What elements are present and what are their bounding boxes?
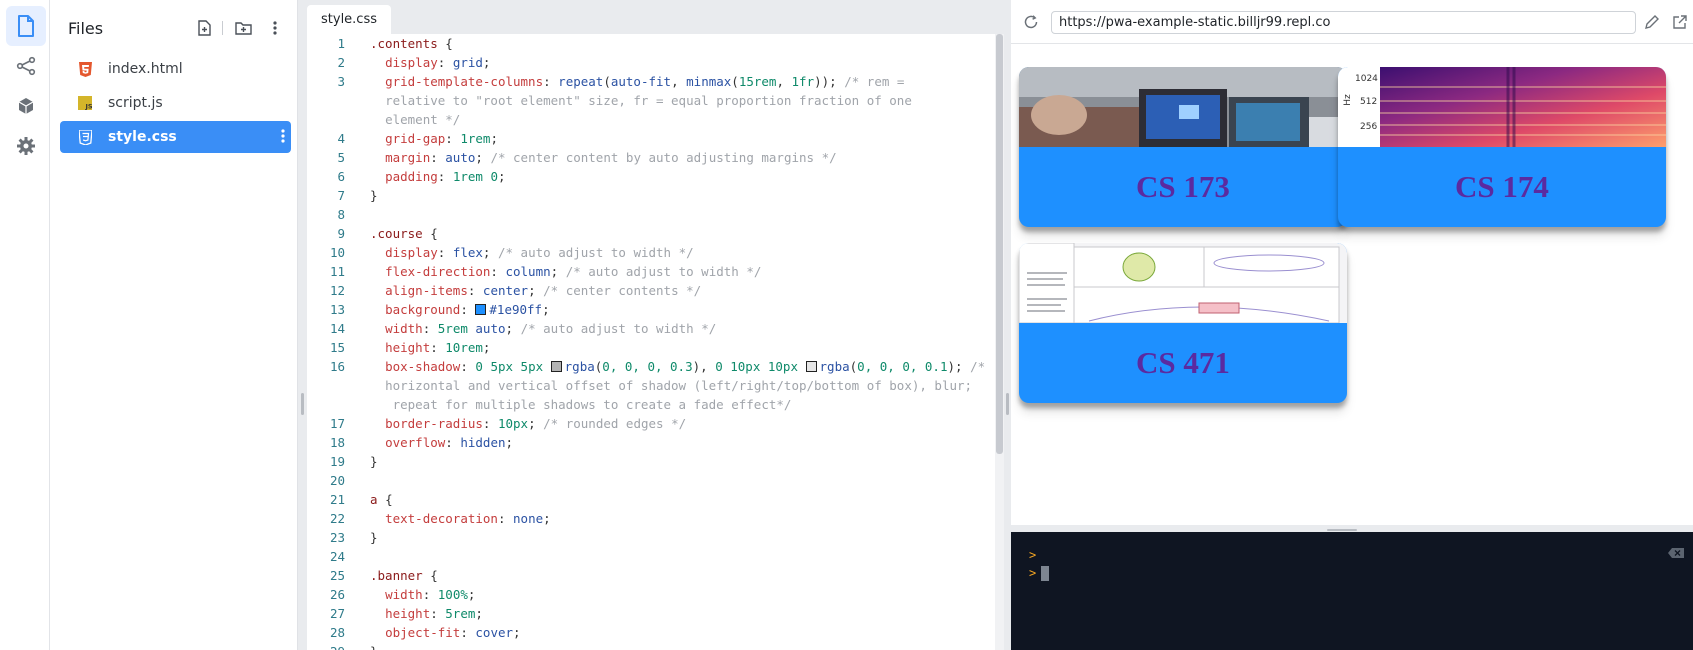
file-icon [18, 15, 34, 37]
file-label: script.js [108, 95, 163, 111]
files-title: Files [68, 18, 104, 38]
settings-activity-button[interactable] [6, 126, 46, 166]
course-banner-image: Hz 1024 512 256 [1338, 67, 1666, 147]
clear-console-button[interactable] [1667, 547, 1685, 563]
editor-scrollbar[interactable] [995, 34, 1004, 650]
more-vertical-icon [281, 129, 285, 143]
new-folder-button[interactable] [231, 16, 255, 40]
open-new-tab-button[interactable] [1672, 14, 1688, 34]
console-panel[interactable]: > > [1011, 532, 1693, 650]
files-panel: Files index.html JS script.js style.css [50, 0, 298, 650]
course-card-cs174[interactable]: Hz 1024 512 256 CS 174 [1338, 67, 1666, 227]
course-card-cs471[interactable]: CS 471 [1019, 243, 1347, 403]
spectrogram-tick: 256 [1360, 122, 1378, 132]
git-branch-icon [16, 56, 36, 76]
console-resize-handle[interactable] [1327, 529, 1357, 531]
editor-tabbar: style.css [307, 0, 1004, 34]
edit-url-button[interactable] [1644, 14, 1660, 34]
spectrogram-unit-label: Hz [1342, 94, 1353, 106]
pencil-icon [1645, 15, 1659, 29]
course-title: CS 471 [1136, 345, 1230, 380]
course-title: CS 173 [1136, 169, 1230, 204]
tab-style-css[interactable]: style.css [307, 5, 391, 34]
course-banner-image [1019, 67, 1347, 147]
svg-text:JS: JS [85, 103, 93, 111]
new-file-button[interactable] [192, 16, 216, 40]
packages-activity-button[interactable] [6, 86, 46, 126]
editor-scrollbar-thumb[interactable] [996, 34, 1003, 454]
file-item-script-js[interactable]: JS script.js [60, 87, 291, 119]
reload-button[interactable] [1023, 14, 1039, 34]
webview-toolbar: https://pwa-example-static.billjr99.repl… [1011, 0, 1693, 44]
webview-panel: https://pwa-example-static.billjr99.repl… [1011, 0, 1693, 525]
code-area[interactable]: 1 .contents { 2 display: grid; 3 grid-tem… [307, 34, 995, 650]
panel-resize-handle[interactable] [301, 393, 304, 415]
files-menu-button[interactable] [263, 16, 287, 40]
external-link-icon [1673, 15, 1687, 29]
new-file-icon [197, 20, 211, 36]
git-activity-button[interactable] [6, 46, 46, 86]
refresh-icon [1024, 15, 1038, 29]
url-input[interactable]: https://pwa-example-static.billjr99.repl… [1051, 11, 1636, 34]
spectrogram-tick: 1024 [1355, 74, 1378, 84]
js-icon: JS [76, 94, 94, 112]
package-icon [18, 98, 34, 114]
spectrogram-tick: 512 [1360, 97, 1378, 107]
webview-content: CS 173 Hz 1024 512 256 CS 174 CS 471 [1011, 45, 1693, 525]
file-label: style.css [108, 129, 177, 145]
file-menu-button[interactable] [281, 128, 285, 148]
more-vertical-icon [273, 21, 277, 35]
code-editor: style.css 1 .contents { 2 display: grid; … [307, 0, 1004, 650]
clear-icon [1668, 548, 1684, 558]
header-divider [222, 21, 223, 35]
html5-icon [76, 60, 94, 78]
file-item-index-html[interactable]: index.html [60, 53, 291, 85]
activity-bar [0, 0, 50, 650]
console-cursor [1041, 566, 1049, 581]
gear-icon [17, 137, 35, 155]
course-title: CS 174 [1455, 169, 1549, 204]
file-label: index.html [108, 61, 183, 77]
file-item-style-css[interactable]: style.css [60, 121, 291, 153]
console-prompt: > [1029, 548, 1037, 562]
files-activity-button[interactable] [6, 6, 46, 46]
css3-icon [76, 128, 94, 146]
course-banner-image [1019, 243, 1347, 323]
files-header: Files [50, 0, 297, 56]
editor-resize-handle[interactable] [1006, 393, 1009, 415]
console-prompt: > [1029, 566, 1037, 580]
course-card-cs173[interactable]: CS 173 [1019, 67, 1347, 227]
new-folder-icon [234, 22, 252, 35]
